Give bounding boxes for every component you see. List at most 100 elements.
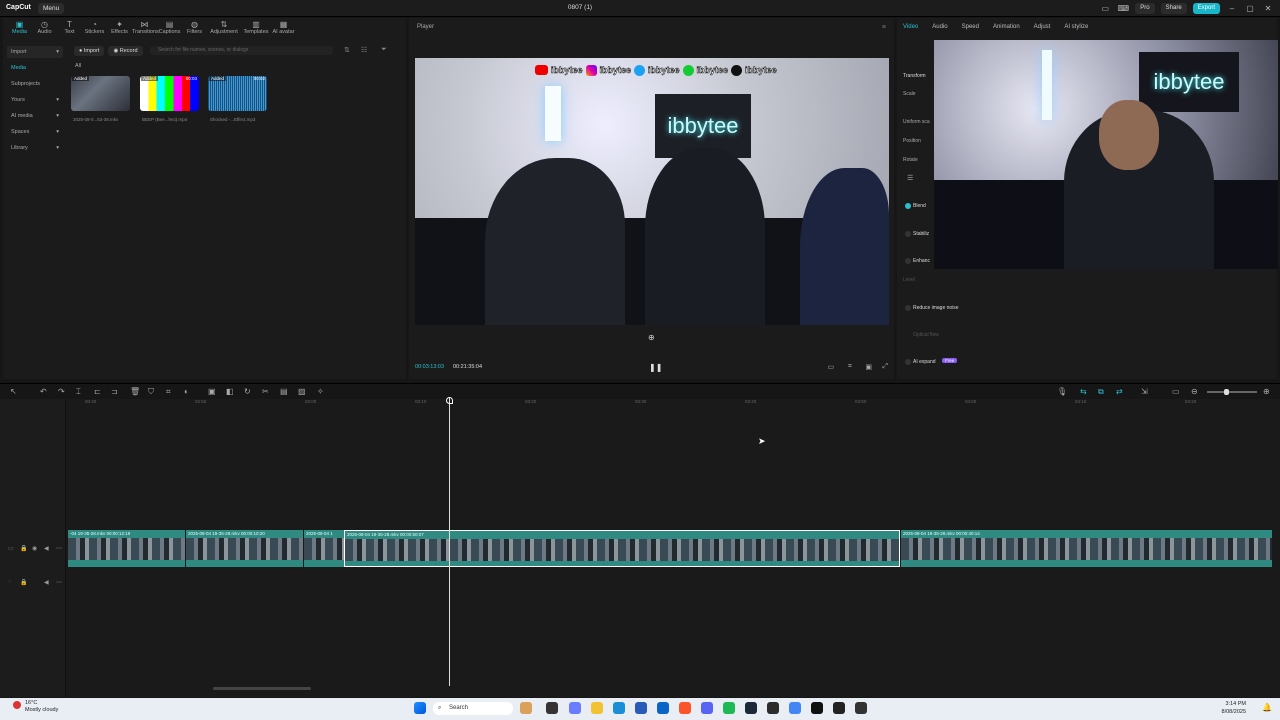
tool-media[interactable]: ▣ Media: [7, 20, 32, 38]
sidebar-item-spaces[interactable]: Spaces ▾: [7, 126, 63, 138]
video-clip[interactable]: 2025-08-04 19-35-28.mkv 00:00:10:20: [186, 530, 303, 567]
ratio-icon[interactable]: ▣: [865, 363, 872, 371]
tab-audio[interactable]: Audio: [932, 24, 947, 30]
mute-icon[interactable]: ◀: [44, 545, 49, 552]
tool-text[interactable]: T Text: [57, 20, 82, 38]
sidebar-item-yours[interactable]: Yours ▾: [7, 94, 63, 106]
tool-adjustment[interactable]: ⇅ Adjustment: [207, 20, 241, 38]
snap-icon[interactable]: ⇄: [1116, 387, 1123, 396]
align-icon[interactable]: ☰: [907, 174, 913, 182]
import-button[interactable]: ● Import: [74, 45, 105, 56]
link-icon[interactable]: ⇆: [1080, 387, 1087, 396]
mute-icon[interactable]: ◀: [44, 579, 49, 586]
view-icon[interactable]: ☷: [361, 46, 367, 54]
track-audio-icon[interactable]: ◌: [8, 579, 12, 585]
select-icon[interactable]: ↖: [10, 387, 17, 396]
redo-icon[interactable]: ↷: [58, 387, 65, 396]
lock-icon[interactable]: 🔒: [20, 579, 27, 586]
windows-start-icon[interactable]: [414, 702, 426, 714]
brave-icon[interactable]: [679, 702, 691, 714]
keyboard-icon[interactable]: ⌨: [1117, 4, 1130, 13]
timeline[interactable]: ▭ 🔒 ◉ ◀ ⋯ ◌ 🔒 ◀ ⋯ 00:40 02:50 03:00 03:1…: [0, 399, 1280, 697]
preview-axis-icon[interactable]: ⇲: [1141, 387, 1148, 396]
video-clip-selected[interactable]: 2025-08-04 19-35-28.mkv 00:00:50:07: [344, 530, 900, 567]
steam-icon[interactable]: [745, 702, 757, 714]
tab-ai-stylize[interactable]: AI stylize: [1064, 24, 1088, 30]
video-clip[interactable]: -04 19-35-28.mkv 00:00:12:19: [68, 530, 185, 567]
more-icon[interactable]: ⋯: [56, 579, 62, 586]
tab-speed[interactable]: Speed: [962, 24, 979, 30]
auto-cut-icon[interactable]: ✂: [262, 387, 269, 396]
time-ruler[interactable]: 00:40 02:50 03:00 03:10 03:20 03:30 03:4…: [68, 399, 1280, 409]
player-menu-icon[interactable]: ≡: [882, 24, 886, 31]
sidebar-item-media[interactable]: Media: [7, 62, 63, 74]
file-explorer-icon[interactable]: [591, 702, 603, 714]
delete-icon[interactable]: 🗑: [130, 387, 140, 396]
stabilize-toggle[interactable]: [905, 231, 911, 237]
blend-toggle[interactable]: [905, 203, 911, 209]
tool-effects[interactable]: ✦ Effects: [107, 20, 132, 38]
ai-expand-toggle[interactable]: [905, 359, 911, 365]
sidebar-item-ai-media[interactable]: AI media ▾: [7, 110, 63, 122]
tab-video[interactable]: Video: [903, 24, 918, 30]
tab-adjust[interactable]: Adjust: [1034, 24, 1051, 30]
zoom-out-icon[interactable]: ⊖: [1191, 387, 1198, 396]
taskbar-search[interactable]: ⌕ Search: [433, 702, 513, 715]
sidebar-item-import[interactable]: Import ▾: [7, 46, 63, 58]
notification-icon[interactable]: 🔔: [1262, 703, 1272, 712]
capcut-icon[interactable]: [811, 702, 823, 714]
marker-icon[interactable]: ⛉: [148, 387, 154, 397]
magic-icon[interactable]: ✧: [317, 387, 324, 396]
weather-icon[interactable]: [13, 701, 21, 709]
media-thumb-video[interactable]: Added: [71, 76, 130, 111]
track-cover-icon[interactable]: ▭: [8, 545, 14, 552]
record-button[interactable]: ◉ Record: [108, 45, 143, 56]
visibility-icon[interactable]: ◉: [32, 545, 37, 552]
copilot-icon[interactable]: [569, 702, 581, 714]
freeze-icon[interactable]: ▣: [208, 387, 216, 396]
discord-icon[interactable]: [701, 702, 713, 714]
playhead-handle[interactable]: [446, 397, 453, 404]
media-thumb-beep[interactable]: Added 00:03: [140, 76, 199, 111]
playhead[interactable]: [449, 398, 450, 686]
undo-icon[interactable]: ↶: [40, 387, 47, 396]
media-thumb-audio[interactable]: Added 00:02: [208, 76, 267, 111]
layout-icon[interactable]: ▭: [1099, 4, 1111, 13]
tab-animation[interactable]: Animation: [993, 24, 1020, 30]
more-icon[interactable]: ⋯: [56, 545, 62, 552]
enhance-toggle[interactable]: [905, 258, 911, 264]
trim-left-icon[interactable]: ⊏: [94, 387, 101, 396]
video-clip[interactable]: 2025-08-04 19-35-28.mkv 00:00:40:14: [901, 530, 1272, 567]
system-clock[interactable]: 3:14 PM 8/08/2025: [1222, 700, 1246, 716]
fit-icon[interactable]: ▭: [1172, 387, 1180, 396]
reduce-noise-toggle[interactable]: [905, 305, 911, 311]
zoom-reset-icon[interactable]: ⊕: [648, 333, 655, 342]
spotify-icon[interactable]: [723, 702, 735, 714]
zoom-in-icon[interactable]: ⊕: [1263, 387, 1270, 396]
caption-icon[interactable]: ▤: [280, 387, 288, 396]
task-view-icon[interactable]: [546, 702, 558, 714]
outlook-icon[interactable]: [657, 702, 669, 714]
minimize-icon[interactable]: –: [1226, 4, 1238, 13]
maximize-icon[interactable]: ▢: [1244, 4, 1256, 13]
mask-icon[interactable]: ◐: [184, 387, 189, 396]
zoom-slider[interactable]: [1207, 389, 1257, 395]
rotate-icon[interactable]: ↻: [244, 387, 251, 396]
tool-ai-avatar[interactable]: ▦ AI avatar: [271, 20, 296, 38]
trim-right-icon[interactable]: ⊐: [111, 387, 118, 396]
filter-icon[interactable]: ⏷: [381, 46, 387, 54]
filter-all-label[interactable]: All: [75, 63, 81, 69]
fullscreen-icon[interactable]: ⤢: [882, 363, 888, 371]
tool-filters[interactable]: ◍ Filters: [182, 20, 207, 38]
screenshot-icon[interactable]: ⌗: [848, 363, 852, 371]
tool-stickers[interactable]: ◔ Stickers: [82, 20, 107, 38]
timeline-scrollbar[interactable]: [213, 687, 311, 690]
edge-icon[interactable]: [613, 702, 625, 714]
close-icon[interactable]: ✕: [1262, 4, 1274, 13]
obs-icon[interactable]: [767, 702, 779, 714]
zoom-slider-handle[interactable]: [1224, 389, 1229, 395]
pause-icon[interactable]: ❚❚: [649, 363, 662, 372]
microphone-icon[interactable]: 🎙: [1057, 387, 1067, 396]
magnet-icon[interactable]: ⧉: [1098, 387, 1104, 397]
store-icon[interactable]: [635, 702, 647, 714]
